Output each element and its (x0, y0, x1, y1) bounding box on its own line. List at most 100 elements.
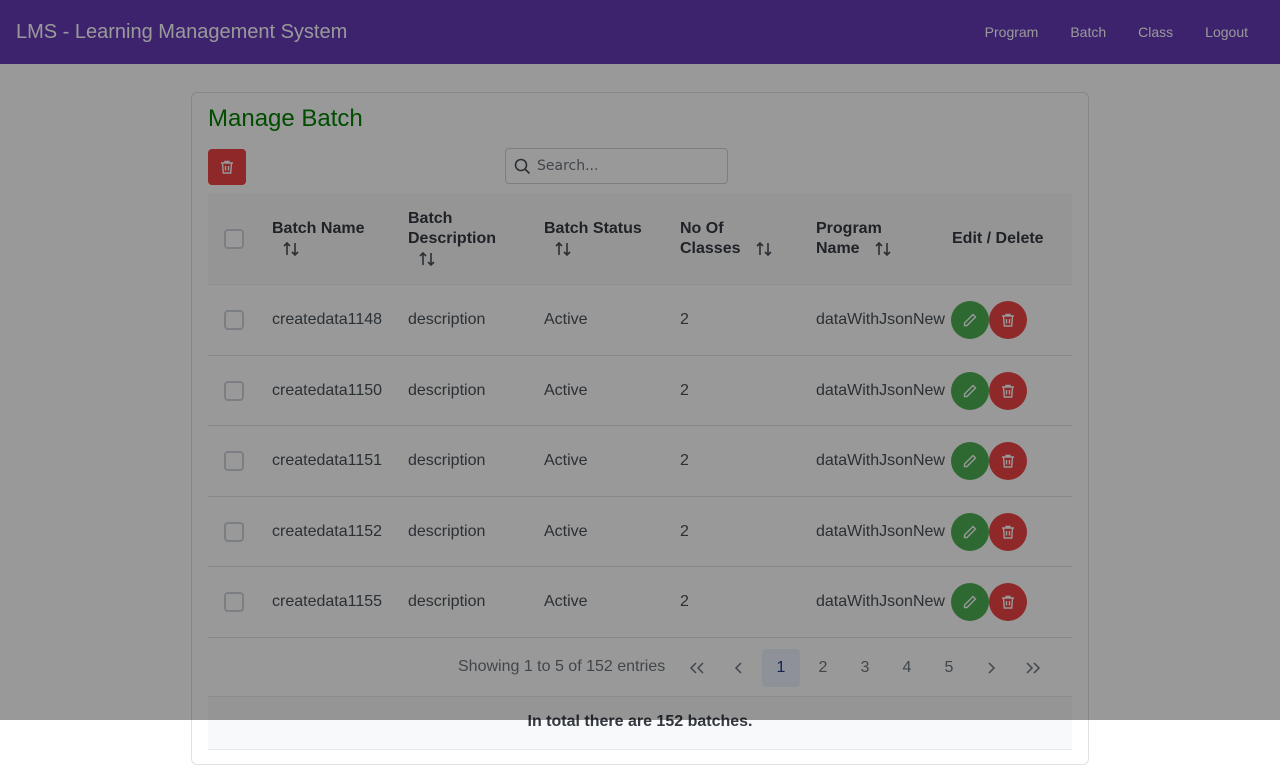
program-name-cell: dataWithJsonNew (816, 381, 945, 399)
col-batch-name[interactable]: Batch Name (272, 219, 364, 259)
batch-description-cell: description (408, 593, 486, 610)
page-3-button[interactable]: 3 (846, 649, 884, 687)
sort-icon (555, 241, 571, 256)
edit-button[interactable] (951, 583, 989, 621)
batch-status-cell: Active (544, 522, 588, 540)
bulk-delete-button[interactable] (208, 149, 246, 185)
no-of-classes-cell: 2 (680, 381, 689, 399)
nav-batch-link[interactable]: Batch (1070, 24, 1106, 40)
table-row: createdata1152 description Active 2 dataWith… (208, 496, 1072, 567)
batch-description-cell: description (408, 381, 486, 399)
table-row: createdata1151 description Active 2 dataWith… (208, 426, 1072, 497)
col-edit-delete: Edit / Delete (952, 230, 1044, 247)
showing-entries-text: Showing 1 to 5 of 152 entries (458, 657, 666, 675)
no-of-classes-cell: 2 (680, 522, 689, 540)
double-chevron-right-icon (1026, 661, 1041, 674)
chevron-right-icon (988, 661, 996, 674)
trash-icon (1002, 595, 1014, 609)
page-title: Manage Batch (208, 105, 363, 132)
page-2-button[interactable]: 2 (804, 649, 842, 687)
search-input[interactable] (537, 149, 723, 183)
pencil-icon (963, 313, 977, 327)
row-checkbox[interactable] (224, 592, 244, 612)
delete-button[interactable] (989, 371, 1027, 410)
col-no-of-classes-label-1: No Of (680, 220, 724, 237)
delete-button[interactable] (989, 512, 1027, 551)
trash-icon (221, 160, 233, 174)
col-batch-description-label-1: Batch (408, 210, 453, 227)
col-batch-status[interactable]: Batch Status (544, 219, 642, 259)
double-chevron-left-icon (689, 661, 704, 674)
page-4-button[interactable]: 4 (888, 649, 926, 687)
nav-logout-link[interactable]: Logout (1205, 24, 1248, 40)
col-batch-name-label: Batch Name (272, 220, 365, 237)
batch-description-cell: description (408, 311, 486, 328)
trash-icon (1002, 454, 1014, 468)
delete-button[interactable] (989, 442, 1027, 480)
col-no-of-classes[interactable]: No Of Classes (680, 219, 773, 259)
trash-icon (1002, 384, 1014, 398)
col-program-name-label-2: Name (816, 240, 860, 257)
row-checkbox[interactable] (224, 380, 244, 401)
manage-batch-card: Manage Batch Batch Name Batch Descriptio… (191, 92, 1089, 765)
nav-links: Program Batch Class Logout (953, 24, 1264, 40)
batch-status-cell: Active (544, 593, 588, 610)
program-name-cell: dataWithJsonNew (816, 311, 945, 328)
batch-name-cell: createdata1150 (272, 381, 383, 399)
col-program-name-label-1: Program (816, 220, 882, 237)
chevron-left-icon (734, 661, 742, 674)
batch-name-cell: createdata1155 (272, 593, 383, 610)
nav-class-link[interactable]: Class (1138, 24, 1173, 40)
first-page-button[interactable] (678, 649, 716, 687)
page-5-button[interactable]: 5 (930, 649, 968, 687)
page-1-button[interactable]: 1 (762, 648, 800, 687)
pencil-icon (963, 384, 977, 397)
col-program-name[interactable]: Program Name (816, 219, 892, 259)
top-navbar: LMS - Learning Management System Program… (0, 0, 1280, 64)
edit-button[interactable] (951, 442, 989, 480)
table-header: Batch Name Batch Description Batch Statu… (208, 193, 1072, 285)
batch-name-cell: createdata1151 (272, 452, 383, 469)
app-title: LMS - Learning Management System (16, 20, 348, 43)
batch-status-cell: Active (544, 452, 588, 469)
col-batch-description-label-2: Description (408, 230, 497, 247)
table-footer: In total there are 152 batches. (208, 695, 1072, 750)
next-page-button[interactable] (972, 649, 1010, 687)
batch-status-cell: Active (544, 311, 588, 328)
edit-button[interactable] (951, 512, 989, 551)
paginator: Showing 1 to 5 of 152 entries 1 2 3 4 5 (208, 637, 1072, 696)
edit-button[interactable] (951, 371, 989, 410)
delete-button[interactable] (989, 583, 1027, 621)
delete-button[interactable] (989, 301, 1027, 339)
select-all-checkbox[interactable] (224, 229, 244, 249)
edit-button[interactable] (951, 301, 989, 339)
row-checkbox[interactable] (224, 310, 244, 330)
trash-icon (1002, 525, 1014, 539)
batch-table: Batch Name Batch Description Batch Statu… (208, 193, 1072, 750)
trash-icon (1002, 313, 1014, 327)
batch-name-cell: createdata1148 (272, 311, 383, 328)
last-page-button[interactable] (1014, 649, 1052, 687)
no-of-classes-cell: 2 (680, 593, 689, 610)
nav-program-link[interactable]: Program (985, 24, 1039, 40)
batch-status-cell: Active (544, 381, 588, 399)
sort-icon (419, 251, 435, 266)
col-no-of-classes-label-2: Classes (680, 240, 741, 257)
pencil-icon (963, 454, 977, 468)
col-batch-description[interactable]: Batch Description (408, 209, 496, 269)
program-name-cell: dataWithJsonNew (816, 522, 945, 540)
program-name-cell: dataWithJsonNew (816, 593, 945, 610)
sort-icon (283, 241, 299, 256)
batch-description-cell: description (408, 522, 486, 540)
program-name-cell: dataWithJsonNew (816, 452, 945, 469)
sort-icon (756, 241, 772, 256)
table-body: createdata1148 description Active 2 dataWith… (208, 285, 1072, 638)
prev-page-button[interactable] (720, 649, 758, 687)
pencil-icon (963, 525, 977, 538)
batch-name-cell: createdata1152 (272, 522, 383, 540)
table-row: createdata1150 description Active 2 dataWith… (208, 355, 1072, 426)
row-checkbox[interactable] (224, 451, 244, 471)
sort-icon (875, 241, 891, 256)
row-checkbox[interactable] (224, 521, 244, 542)
search-icon (514, 158, 531, 175)
